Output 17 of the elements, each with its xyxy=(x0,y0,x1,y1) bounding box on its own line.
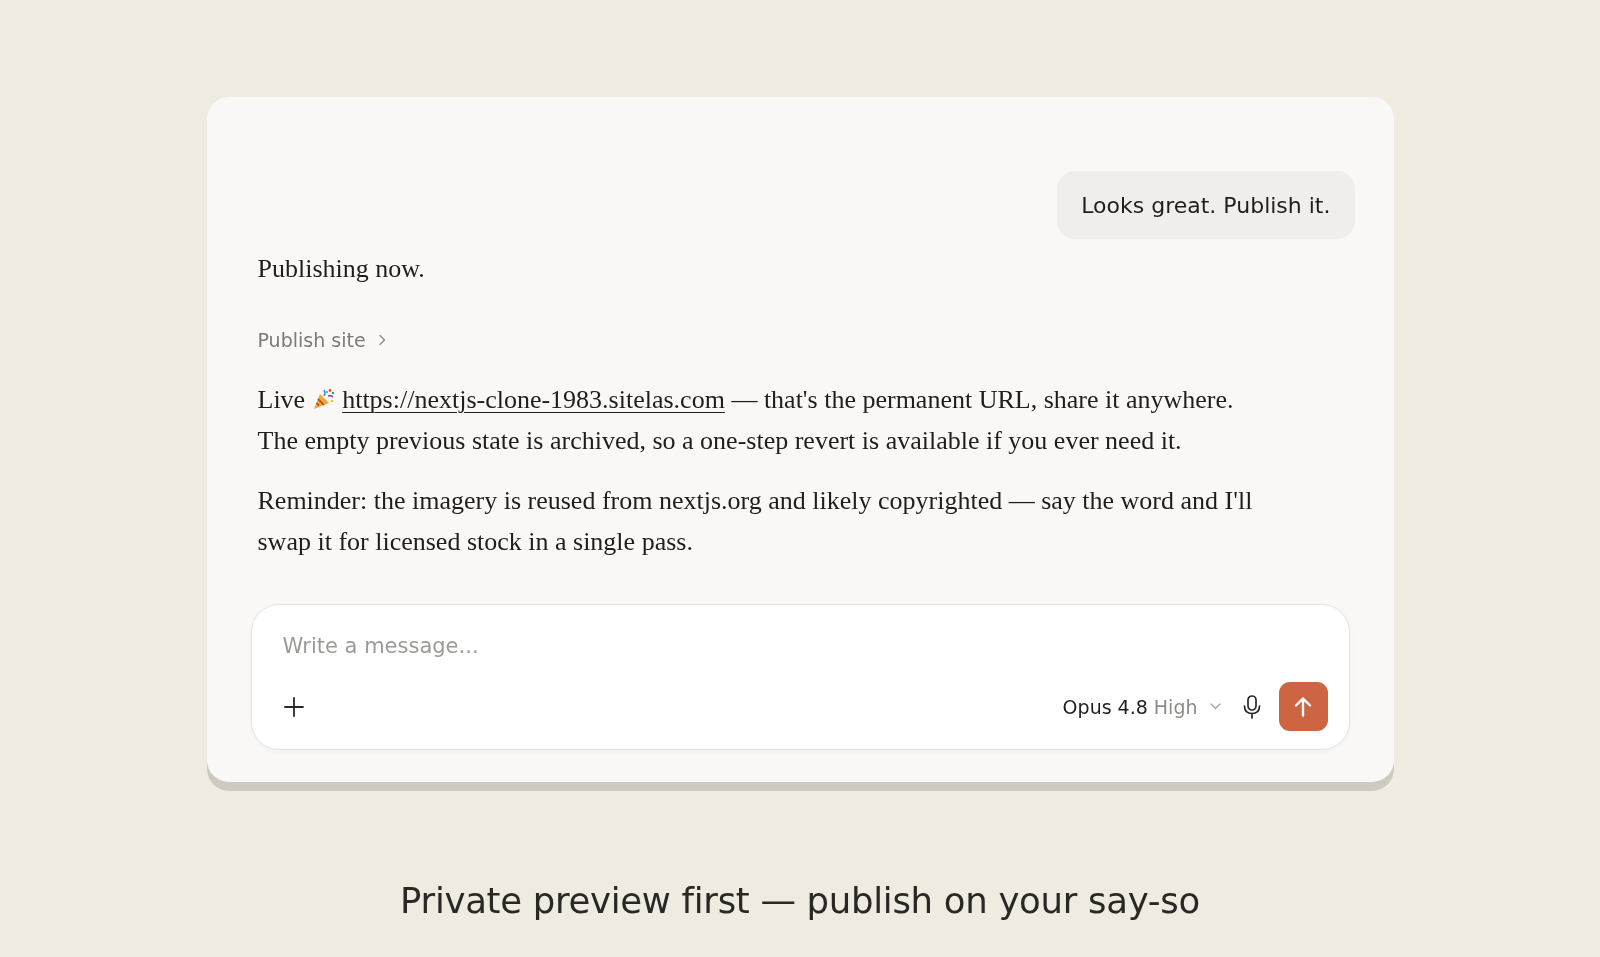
message-paragraph: Live https://nextjs-clone-1983.sitelas.com — that's the permanent URL, share it anywhere. The empty previous state is archived, so a one-step revert is available if you ever need it. xyxy=(257,384,1235,457)
caption-heading: Private preview first — publish on your say-so xyxy=(400,880,1200,921)
message-paragraph: Publishing now. xyxy=(257,253,426,285)
model-selector[interactable]: Opus 4.8 High xyxy=(1062,695,1221,718)
party-popper-icon xyxy=(311,387,336,411)
tool-call-button[interactable]: Publish site xyxy=(257,326,387,354)
microphone-button[interactable] xyxy=(1242,694,1261,719)
plus-icon xyxy=(282,695,305,718)
add-button[interactable] xyxy=(282,695,305,718)
microphone-icon xyxy=(1242,694,1261,719)
chevron-down-icon xyxy=(1209,703,1221,710)
message-paragraph: Reminder: the imagery is reused from nextjs.org and likely copyrighted — say the word and I'll swap it for licensed stock in a single pass. xyxy=(257,485,1254,558)
message-input[interactable]: Write a message... xyxy=(282,631,1328,661)
user-message-bubble: Looks great. Publish it. xyxy=(1057,171,1355,239)
url-link[interactable]: https://nextjs-clone-1983.sitelas.com xyxy=(342,385,725,414)
send-button[interactable] xyxy=(1278,682,1328,731)
arrow-up-icon xyxy=(1294,696,1312,717)
